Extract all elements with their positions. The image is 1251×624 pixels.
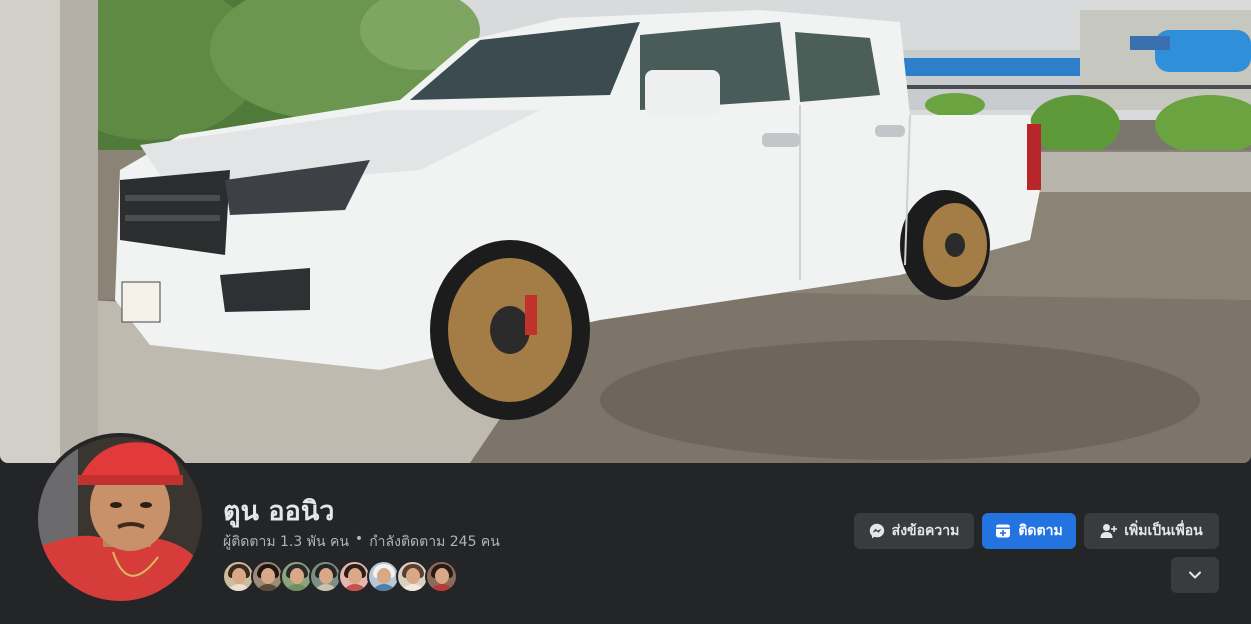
profile-page: ตูน ออนิว ผู้ติดตาม 1.3 พัน คน • กำลังติ… (0, 0, 1251, 624)
chevron-down-icon (1189, 571, 1201, 579)
messenger-icon (869, 523, 885, 539)
mutual-friends-avatars (222, 560, 458, 593)
stats-separator: • (354, 531, 364, 547)
follow-button-label: ติดตาม (1018, 523, 1063, 539)
avatar-image (38, 437, 202, 601)
profile-avatar[interactable] (34, 433, 206, 605)
more-options-button[interactable] (1171, 557, 1219, 593)
message-button-label: ส่งข้อความ (891, 523, 960, 539)
followers-link[interactable]: ผู้ติดตาม 1.3 พัน คน (223, 531, 349, 553)
follow-plus-icon (995, 523, 1011, 539)
add-friend-button[interactable]: เพิ่มเป็นเพื่อน (1084, 513, 1219, 549)
follower-stats: ผู้ติดตาม 1.3 พัน คน • กำลังติดตาม 245 ค… (223, 531, 500, 553)
friend-avatar[interactable] (425, 560, 458, 593)
add-friend-icon (1100, 523, 1118, 539)
following-link[interactable]: กำลังติดตาม 245 คน (369, 531, 500, 553)
follow-button[interactable]: ติดตาม (982, 513, 1076, 549)
add-friend-button-label: เพิ่มเป็นเพื่อน (1124, 523, 1203, 539)
message-button[interactable]: ส่งข้อความ (854, 513, 974, 549)
profile-name: ตูน ออนิว (223, 496, 335, 527)
cover-photo-image (0, 0, 1251, 463)
cover-photo[interactable] (0, 0, 1251, 463)
